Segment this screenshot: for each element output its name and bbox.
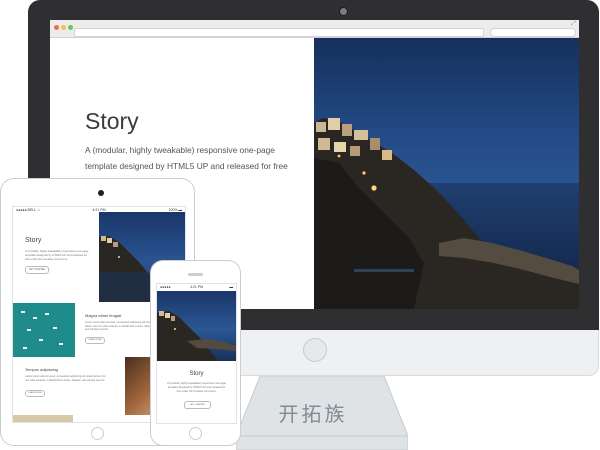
- iphone-device: ●●●●● 4:21 PM ▬ Story A (modular, highly…: [150, 260, 241, 446]
- section-photo: [13, 415, 73, 422]
- clock-label: 4:21 PM: [189, 285, 204, 289]
- hero-image: [314, 38, 579, 309]
- page-description: A (modular, highly tweakable) responsive…: [85, 145, 288, 171]
- section-description: Lorem ipsum dolor sit amet, consectetur …: [25, 375, 106, 382]
- apple-logo-icon: [303, 338, 327, 362]
- status-bar: ●●●●● 4:21 PM ▬: [157, 284, 236, 290]
- hero-title: Story: [189, 371, 204, 377]
- hero-description: A (modular, highly tweakable) responsive…: [25, 249, 89, 261]
- page-title: Story: [85, 108, 139, 134]
- camera-icon: [339, 7, 348, 16]
- home-button[interactable]: [189, 427, 202, 440]
- close-window-icon[interactable]: [54, 25, 59, 30]
- maximize-window-icon[interactable]: [68, 25, 73, 30]
- browser-search-input[interactable]: [490, 28, 576, 37]
- section-description: Lorem ipsum dolor sit amet, consectetur …: [85, 321, 154, 331]
- iphone-screen: ●●●●● 4:21 PM ▬ Story A (modular, highly…: [156, 283, 237, 424]
- cliff-village-night-photo: [314, 118, 579, 309]
- learn-more-button[interactable]: LEARN MORE: [25, 390, 45, 397]
- watermark-text: 开拓族: [278, 402, 348, 426]
- boats-illustration: [13, 303, 75, 357]
- battery-label: ▬: [229, 285, 234, 289]
- home-button[interactable]: [91, 427, 104, 440]
- speaker-icon: [188, 273, 203, 276]
- address-bar[interactable]: [74, 28, 484, 37]
- hero-description: A (modular, highly tweakable) responsive…: [167, 382, 226, 393]
- hero-image: [157, 291, 236, 361]
- hero-title: Story: [25, 237, 42, 244]
- section-title: Tempus adipiscing: [25, 367, 58, 372]
- cliff-village-night-photo: [157, 311, 236, 361]
- section-title: Magna etiam feugiat: [85, 313, 122, 318]
- fullscreen-icon[interactable]: ⤢: [571, 21, 576, 28]
- aerial-boats-photo: [13, 303, 75, 357]
- learn-more-button[interactable]: LEARN MORE: [85, 337, 105, 344]
- get-started-button[interactable]: GET STARTED: [25, 266, 49, 274]
- minimize-window-icon[interactable]: [61, 25, 66, 30]
- camera-icon: [98, 190, 104, 196]
- browser-toolbar: ⤢: [50, 20, 579, 38]
- get-started-button[interactable]: GET STARTED: [184, 401, 211, 409]
